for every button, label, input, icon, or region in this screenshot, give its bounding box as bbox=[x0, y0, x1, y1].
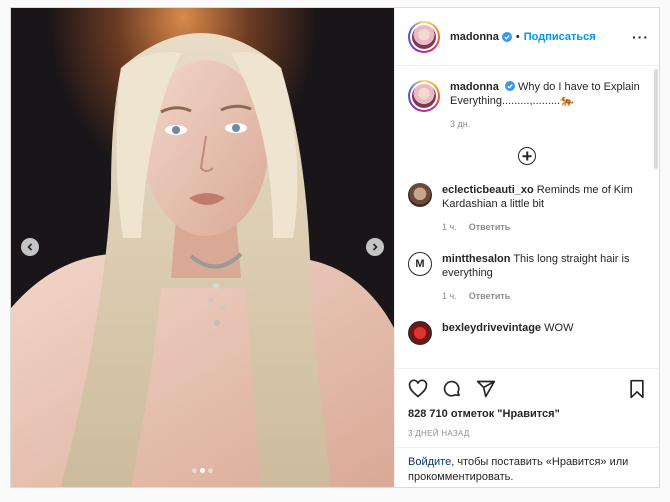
comment-item: M mintthesalon This long straight hair i… bbox=[408, 252, 646, 303]
comment-username[interactable]: eclecticbeauti_xo bbox=[442, 184, 534, 196]
slide-dot-active bbox=[200, 468, 205, 473]
comment-item: bexleydrivevintage WOW bbox=[408, 321, 646, 345]
login-prompt: Войдите, чтобы поставить «Нравится» или … bbox=[395, 447, 659, 487]
avatar-letter: M bbox=[415, 258, 425, 270]
next-slide-button[interactable] bbox=[366, 238, 384, 256]
slide-dot bbox=[192, 468, 197, 473]
comment-time[interactable]: 1 ч. bbox=[442, 289, 457, 303]
bookmark-icon[interactable] bbox=[628, 379, 646, 399]
commenter-avatar[interactable] bbox=[408, 183, 432, 207]
post-header: madonna • Подписаться ··· bbox=[395, 8, 659, 66]
comments-scrollbar[interactable] bbox=[654, 69, 658, 169]
load-more-icon[interactable] bbox=[518, 147, 536, 165]
comment-username[interactable]: mintthesalon bbox=[442, 253, 510, 265]
comment-item: eclecticbeauti_xo Reminds me of Kim Kard… bbox=[408, 183, 646, 234]
comment-time[interactable]: 1 ч. bbox=[442, 220, 457, 234]
previous-slide-button[interactable] bbox=[21, 238, 39, 256]
chevron-left-icon bbox=[27, 243, 33, 251]
post-side-panel: madonna • Подписаться ··· madonna Why do… bbox=[394, 8, 659, 487]
comments-list[interactable]: madonna Why do I have to Explain Everyth… bbox=[395, 66, 659, 368]
comment-text: WOW bbox=[544, 322, 574, 334]
likes-count[interactable]: 828 710 отметок "Нравится" bbox=[408, 408, 646, 420]
post-photo bbox=[11, 8, 394, 487]
comment-username[interactable]: bexleydrivevintage bbox=[442, 322, 541, 334]
caption-time[interactable]: 3 дн. bbox=[450, 117, 470, 131]
verified-badge-icon bbox=[501, 31, 512, 42]
post-media[interactable] bbox=[11, 8, 394, 487]
chevron-right-icon bbox=[372, 243, 378, 251]
post-caption: madonna Why do I have to Explain Everyth… bbox=[408, 80, 646, 131]
slide-dot bbox=[208, 468, 213, 473]
post-actions: 828 710 отметок "Нравится" 3 дней назад bbox=[395, 368, 659, 447]
load-more-comments bbox=[408, 147, 646, 165]
verified-badge-icon bbox=[504, 81, 515, 91]
comment-bubble-icon[interactable] bbox=[442, 379, 462, 399]
author-username[interactable]: madonna bbox=[450, 31, 499, 43]
more-options-icon[interactable]: ··· bbox=[632, 29, 649, 45]
commenter-avatar[interactable]: M bbox=[408, 252, 432, 276]
share-paper-plane-icon[interactable] bbox=[476, 379, 496, 399]
header-separator: • bbox=[515, 30, 520, 43]
reply-button[interactable]: Ответить bbox=[469, 220, 511, 234]
login-link[interactable]: Войдите bbox=[408, 456, 451, 468]
author-avatar[interactable] bbox=[408, 20, 440, 53]
reply-button[interactable]: Ответить bbox=[469, 289, 511, 303]
follow-button[interactable]: Подписаться bbox=[524, 31, 596, 43]
slide-indicator bbox=[11, 468, 394, 473]
commenter-avatar[interactable] bbox=[408, 321, 432, 345]
post-date[interactable]: 3 дней назад bbox=[408, 429, 646, 438]
post-dialog: madonna • Подписаться ··· madonna Why do… bbox=[10, 7, 660, 488]
caption-username[interactable]: madonna bbox=[450, 81, 499, 93]
caption-avatar[interactable] bbox=[408, 80, 440, 112]
like-heart-icon[interactable] bbox=[408, 379, 428, 399]
